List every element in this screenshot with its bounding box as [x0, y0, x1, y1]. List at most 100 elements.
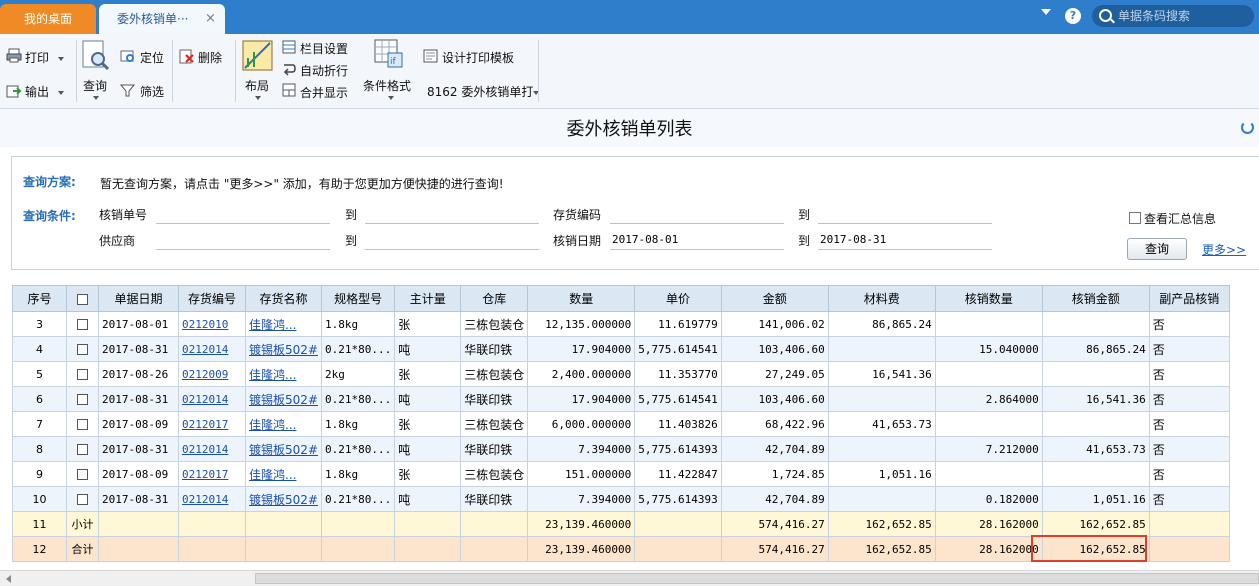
filter-button[interactable]: 筛选 — [140, 83, 164, 100]
row-number-cell: 7 — [12, 411, 67, 437]
row-checkbox[interactable] — [77, 419, 88, 430]
column-header[interactable]: 单据日期 — [98, 285, 179, 312]
column-header[interactable]: 核销数量 — [934, 285, 1043, 312]
item-name-link[interactable]: 镀锡板502# — [245, 386, 322, 412]
locate-button[interactable]: 定位 — [140, 49, 164, 66]
print-button[interactable]: 打印 — [25, 49, 65, 66]
conditional-format-button[interactable]: 条件格式 — [363, 77, 411, 94]
query-chevron-down-icon[interactable] — [93, 96, 99, 100]
column-header[interactable]: 核销金额 — [1041, 285, 1150, 312]
table-row[interactable]: 5 2017-08-26 0212009 佳隆鸿... 2kg 张三栋包装仓 2,400.0… — [12, 361, 1230, 387]
layout-button[interactable]: 布局 — [245, 77, 269, 94]
delete-button[interactable]: 删除 — [198, 49, 222, 66]
column-header[interactable]: 存货名称 — [245, 285, 322, 312]
row-checkbox[interactable] — [77, 344, 88, 355]
row-checkbox[interactable] — [77, 369, 88, 380]
item-name-link[interactable]: 佳隆鸿... — [245, 361, 322, 387]
table-row[interactable]: 3 2017-08-01 0212010 佳隆鸿... 1.8kg 张三栋包装仓 12,13… — [12, 311, 1230, 337]
numeric-cell: 28.162000 — [934, 536, 1043, 562]
numeric-cell: 27,249.05 — [720, 361, 829, 387]
column-header[interactable]: 副产品核销 — [1148, 285, 1230, 312]
table-row[interactable]: 11 小计 23,139.460000 574,416.27 162,652.85 28.… — [12, 511, 1230, 537]
table-row[interactable]: 4 2017-08-31 0212014 镀锡板502# 0.21*80... 吨华联印铁… — [12, 336, 1230, 362]
writeoff-date-to-input[interactable]: 2017-08-31 — [818, 230, 992, 250]
table-row[interactable]: 10 2017-08-31 0212014 镀锡板502# 0.21*80... 吨华联印… — [12, 486, 1230, 512]
item-code-link[interactable]: 0212009 — [178, 361, 246, 387]
table-row[interactable]: 9 2017-08-09 0212017 佳隆鸿... 1.8kg 张三栋包装仓 151.0… — [12, 461, 1230, 487]
item-code-link[interactable]: 0212014 — [178, 436, 246, 462]
item-code-link[interactable]: 0212017 — [178, 461, 246, 487]
chevron-down-icon[interactable] — [58, 90, 65, 95]
item-code-label: 存货编码 — [553, 208, 602, 222]
item-code-link[interactable] — [178, 511, 246, 537]
column-header[interactable]: 金额 — [720, 285, 829, 312]
query-submit-button[interactable]: 查询 — [1127, 238, 1187, 260]
tab-my-desktop[interactable]: 我的桌面 — [0, 4, 96, 34]
item-name-link[interactable] — [245, 536, 322, 562]
row-checkbox[interactable] — [77, 444, 88, 455]
column-header[interactable]: 单价 — [634, 285, 722, 312]
item-name-link[interactable]: 镀锡板502# — [245, 486, 322, 512]
layout-chevron-down-icon[interactable] — [255, 96, 261, 100]
item-code-link[interactable] — [178, 536, 246, 562]
summary-checkbox[interactable] — [1129, 212, 1141, 224]
export-button[interactable]: 输出 — [25, 83, 65, 100]
item-code-link[interactable]: 0212014 — [178, 386, 246, 412]
table-row[interactable]: 6 2017-08-31 0212014 镀锡板502# 0.21*80... 吨华联印铁… — [12, 386, 1230, 412]
select-all-checkbox-header[interactable] — [66, 285, 99, 312]
column-header[interactable]: 数量 — [527, 285, 636, 312]
horizontal-scrollbar[interactable] — [0, 570, 1259, 586]
barcode-search-input[interactable]: 单据条码搜索 — [1092, 5, 1254, 27]
tab-menu-chevron-down-icon[interactable] — [1041, 9, 1051, 15]
column-header[interactable]: 序号 — [12, 285, 67, 312]
auto-wrap-button[interactable]: 自动折行 — [300, 62, 348, 79]
merge-display-button[interactable]: 合并显示 — [300, 84, 348, 101]
item-code-link[interactable]: 0212014 — [178, 486, 246, 512]
tab-outsourcing-writeoff[interactable]: 委外核销单··· × — [99, 4, 225, 34]
highlight-box — [1031, 535, 1147, 562]
item-code-link[interactable]: 0212014 — [178, 336, 246, 362]
writeoff-no-to-input[interactable] — [365, 204, 539, 224]
item-code-from-input[interactable] — [610, 204, 784, 224]
item-name-link[interactable]: 镀锡板502# — [245, 336, 322, 362]
column-header[interactable]: 主计量 — [394, 285, 462, 312]
select-all-checkbox[interactable] — [77, 293, 88, 305]
column-header[interactable]: 仓库 — [460, 285, 529, 312]
column-header[interactable]: 材料费 — [827, 285, 936, 312]
item-name-link[interactable]: 佳隆鸿... — [245, 311, 322, 337]
item-name-link[interactable]: 佳隆鸿... — [245, 461, 322, 487]
more-link[interactable]: 更多>> — [1202, 241, 1246, 258]
row-checkbox[interactable] — [77, 319, 88, 330]
item-name-link[interactable]: 镀锡板502# — [245, 436, 322, 462]
refresh-icon[interactable] — [1241, 121, 1254, 134]
scroll-left-arrow-icon[interactable] — [6, 575, 11, 583]
chevron-down-icon[interactable] — [58, 56, 65, 61]
scrollbar-thumb[interactable] — [255, 573, 1259, 584]
writeoff-no-from-input[interactable] — [156, 204, 330, 224]
row-checkbox[interactable] — [77, 469, 88, 480]
supplier-label: 供应商 — [99, 234, 136, 248]
column-settings-button[interactable]: 栏目设置 — [300, 40, 348, 57]
supplier-to-input[interactable] — [365, 230, 539, 250]
close-icon[interactable]: × — [205, 4, 216, 34]
item-name-link[interactable] — [245, 511, 322, 537]
column-header[interactable]: 存货编号 — [178, 285, 246, 312]
row-checkbox[interactable] — [77, 494, 88, 505]
table-row[interactable]: 8 2017-08-31 0212014 镀锡板502# 0.21*80... 吨华联印铁… — [12, 436, 1230, 462]
item-code-link[interactable]: 0212010 — [178, 311, 246, 337]
item-code-to-input[interactable] — [818, 204, 992, 224]
table-row[interactable]: 7 2017-08-09 0212017 佳隆鸿... 1.8kg 张三栋包装仓 6,000… — [12, 411, 1230, 437]
numeric-cell — [1041, 411, 1150, 437]
item-code-link[interactable]: 0212017 — [178, 411, 246, 437]
query-button[interactable]: 查询 — [83, 77, 107, 94]
design-print-template-button[interactable]: 设计打印模板 — [442, 49, 514, 66]
writeoff-date-from-input[interactable]: 2017-08-01 — [610, 230, 784, 250]
help-icon[interactable]: ? — [1065, 8, 1081, 24]
supplier-from-input[interactable] — [156, 230, 330, 250]
print-template-select[interactable]: 8162 委外核销单打 — [427, 83, 540, 100]
text-cell: 张 — [394, 411, 462, 437]
column-header[interactable]: 规格型号 — [320, 285, 396, 312]
conditional-format-chevron-down-icon[interactable] — [388, 96, 394, 100]
item-name-link[interactable]: 佳隆鸿... — [245, 411, 322, 437]
row-checkbox[interactable] — [77, 394, 88, 405]
